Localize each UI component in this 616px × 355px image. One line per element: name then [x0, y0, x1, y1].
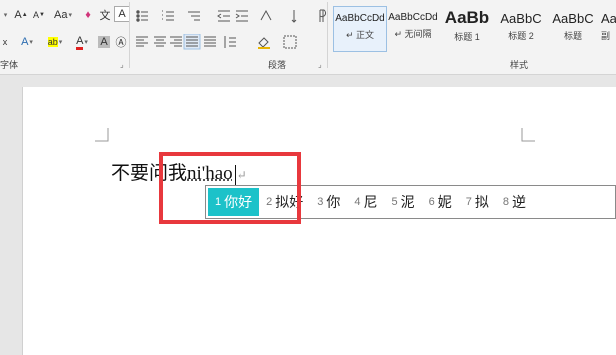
- group-separator: [327, 2, 328, 68]
- ime-candidate-8[interactable]: 8逆: [496, 188, 533, 216]
- ime-candidate-7[interactable]: 7拟: [459, 188, 496, 216]
- justify-icon: [184, 34, 200, 49]
- chinese-layout-icon: [261, 11, 271, 20]
- group-label-paragraph: 段落: [268, 58, 286, 71]
- group-label-styles: 样式: [510, 58, 528, 71]
- style-no-spacing[interactable]: AaBbCcDd ↵ 无间隔: [387, 6, 439, 50]
- paragraph-row2-icons: [134, 34, 330, 50]
- highlight-color-button[interactable]: ab ▾: [42, 33, 68, 51]
- shrink-font-icon[interactable]: A ▼: [30, 6, 48, 24]
- ime-candidate-5[interactable]: 5泥: [385, 188, 422, 216]
- show-marks-icon: [320, 10, 326, 22]
- margin-corner-top-right: [521, 128, 535, 142]
- style-title[interactable]: AaBbC 标题: [547, 6, 599, 50]
- paragraph-dialog-launcher-icon[interactable]: ⌟: [318, 60, 322, 69]
- ime-candidate-4[interactable]: 4尼: [347, 188, 384, 216]
- style-subtitle[interactable]: Aa 副: [601, 6, 616, 50]
- decrease-indent-icon: [218, 11, 230, 21]
- align-center-icon: [154, 37, 166, 46]
- multilevel-list-icon: [188, 12, 200, 20]
- phonetic-guide-icon[interactable]: 文: [97, 6, 113, 24]
- font-color-button[interactable]: A ▾: [70, 33, 94, 51]
- ribbon: ▾ A ▲ A ▼ Aa ▾ ♦ 文 A x A ▾ ab ▾ A ▾ A Ⓐ 字体 ⌟: [0, 0, 616, 75]
- align-left-icon: [136, 37, 148, 46]
- document-page[interactable]: 不要问我ni'hao ↵: [22, 87, 616, 355]
- group-separator: [129, 2, 130, 68]
- character-border-icon[interactable]: A: [114, 6, 130, 22]
- line-spacing-icon: [225, 36, 236, 48]
- grow-font-icon[interactable]: A ▲: [12, 6, 30, 24]
- shading-icon: [258, 38, 270, 48]
- margin-corner-top-left: [95, 128, 109, 142]
- ime-candidate-6[interactable]: 6妮: [422, 188, 459, 216]
- numbering-icon: [162, 11, 174, 20]
- superscript-icon[interactable]: x: [0, 33, 10, 51]
- increase-indent-icon: [236, 11, 248, 21]
- style-normal[interactable]: AaBbCcDd ↵ 正文: [333, 6, 387, 52]
- style-heading-1[interactable]: AaBb 标题 1: [441, 6, 493, 50]
- char-shading-icon[interactable]: A: [96, 33, 112, 51]
- change-case-button[interactable]: Aa ▾: [50, 6, 76, 24]
- font-dialog-launcher-icon[interactable]: ⌟: [120, 60, 124, 69]
- borders-icon: [284, 36, 296, 48]
- style-heading-2[interactable]: AaBbC 标题 2: [495, 6, 547, 50]
- text-effects-button[interactable]: A ▾: [14, 33, 40, 51]
- sort-icon: [292, 10, 296, 22]
- enclose-characters-icon[interactable]: Ⓐ: [113, 33, 129, 51]
- clear-formatting-icon[interactable]: ♦: [80, 6, 96, 24]
- paragraph-row1-icons: [134, 8, 330, 24]
- font-size-caret[interactable]: ▾: [0, 6, 10, 24]
- group-label-font: 字体: [0, 58, 18, 71]
- bullets-icon: [137, 11, 148, 21]
- annotation-highlight-box: [159, 152, 301, 224]
- align-right-icon: [170, 37, 182, 46]
- ime-candidate-3[interactable]: 3你: [310, 188, 347, 216]
- distributed-icon: [204, 37, 216, 46]
